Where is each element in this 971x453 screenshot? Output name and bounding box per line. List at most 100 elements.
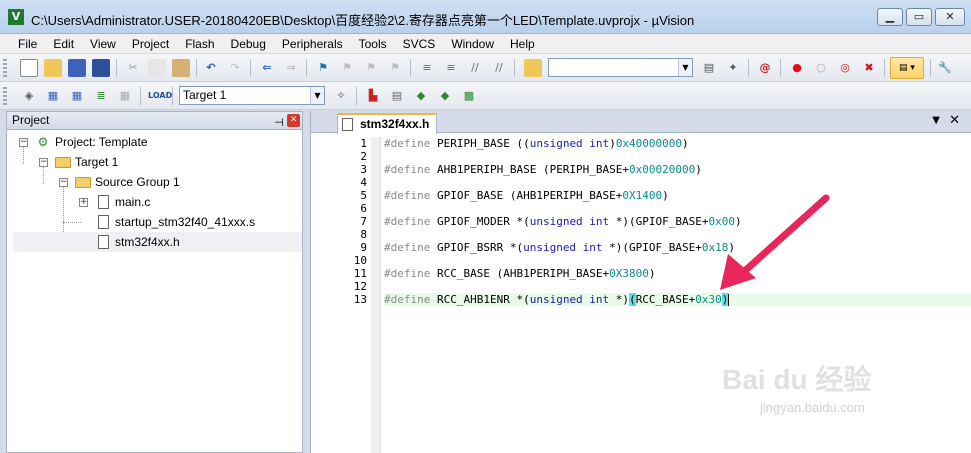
copy-icon[interactable] [148, 59, 166, 77]
menu-debug[interactable]: Debug [223, 34, 274, 54]
tree-file-label: stm32f4xx.h [115, 235, 180, 249]
code-line[interactable]: #define GPIOF_BSRR *(unsigned int *)(GPI… [384, 241, 971, 254]
toolbar-grip[interactable] [3, 87, 7, 105]
clear-bookmarks-icon[interactable]: ⚑ [386, 59, 404, 77]
target-options-icon[interactable]: ✧ [332, 87, 350, 105]
redo-icon[interactable]: ↷ [226, 59, 244, 77]
kill-breakpoints-icon[interactable]: ✖ [860, 59, 878, 77]
tree-source-group[interactable]: − Source Group 1 [13, 172, 302, 192]
target-select-value: Target 1 [183, 88, 227, 102]
tab-stm32f4xx-h[interactable]: stm32f4xx.h [337, 113, 437, 134]
maximize-button[interactable]: ▭ [906, 8, 932, 26]
close-icon[interactable]: ✕ [287, 114, 300, 127]
target-select[interactable]: Target 1 ▼ [179, 86, 325, 105]
comment-icon[interactable]: // [466, 59, 484, 77]
prev-bookmark-icon[interactable]: ⚑ [338, 59, 356, 77]
menu-peripherals[interactable]: Peripherals [274, 34, 351, 54]
collapse-icon[interactable]: − [59, 178, 68, 187]
find-icon[interactable]: ✦ [724, 59, 742, 77]
manage-multi-project-icon[interactable]: ▤ [388, 87, 406, 105]
cut-icon[interactable]: ✂ [124, 59, 142, 77]
build-icon[interactable]: ▦ [44, 87, 62, 105]
enable-breakpoint-icon[interactable]: ○ [812, 59, 830, 77]
tree-root-project[interactable]: − ⚙ Project: Template [13, 132, 302, 152]
uvision-app-icon: V [8, 9, 24, 25]
expand-icon[interactable]: + [79, 198, 88, 207]
pack-installer-icon[interactable]: ▩ [460, 87, 478, 105]
close-window-button[interactable]: ✕ [935, 8, 965, 26]
code-line[interactable]: #define GPIOF_MODER *(unsigned int *)(GP… [384, 215, 971, 228]
code-line[interactable]: #define PERIPH_BASE ((unsigned int)0x400… [384, 137, 971, 150]
incremental-find-icon[interactable]: ▤ [700, 59, 718, 77]
save-all-icon[interactable] [92, 59, 110, 77]
window-layout-toggle[interactable]: ▤ ▾ [890, 57, 924, 79]
unindent-icon[interactable]: ≡ [442, 59, 460, 77]
code-line[interactable] [384, 150, 971, 163]
chevron-down-icon[interactable]: ▼ [310, 87, 324, 104]
code-line[interactable] [384, 254, 971, 267]
pin-icon[interactable]: ⊣ [274, 114, 284, 131]
line-number: 2 [360, 150, 367, 163]
batch-build-icon[interactable]: ≣ [92, 87, 110, 105]
tab-list-menu-icon[interactable]: ▼ [932, 115, 940, 126]
manage-run-time-icon[interactable]: ◆ [436, 87, 454, 105]
code-line[interactable]: #define GPIOF_BASE (AHB1PERIPH_BASE+0X14… [384, 189, 971, 202]
disable-breakpoints-icon[interactable]: ◎ [836, 59, 854, 77]
stop-build-icon[interactable]: ▦ [116, 87, 134, 105]
save-icon[interactable] [68, 59, 86, 77]
menu-help[interactable]: Help [502, 34, 543, 54]
minimize-button[interactable]: ▁ [877, 8, 903, 26]
project-icon: ⚙ [37, 135, 49, 149]
rebuild-icon[interactable]: ▦ [68, 87, 86, 105]
tree-file-main[interactable]: + main.c [13, 192, 302, 212]
insert-breakpoint-icon[interactable]: ● [788, 59, 806, 77]
bookmark-icon[interactable]: ⚑ [314, 59, 332, 77]
next-bookmark-icon[interactable]: ⚑ [362, 59, 380, 77]
find-in-files-icon[interactable] [524, 59, 542, 77]
menu-tools[interactable]: Tools [351, 34, 395, 54]
toolbar-grip[interactable] [3, 59, 7, 77]
menu-file[interactable]: File [10, 34, 45, 54]
tree-file-startup[interactable]: startup_stm32f40_41xxx.s [13, 212, 302, 232]
code-line[interactable] [384, 228, 971, 241]
navigate-forward-icon[interactable]: ⇒ [282, 59, 300, 77]
download-load-icon[interactable]: LOAD [148, 87, 172, 105]
configure-wrench-icon[interactable]: 🔧 [936, 59, 954, 77]
c-file-icon [98, 195, 109, 209]
open-folder-icon[interactable] [44, 59, 62, 77]
uncomment-icon[interactable]: // [490, 59, 508, 77]
code-line[interactable]: #define AHB1PERIPH_BASE (PERIPH_BASE+0x0… [384, 163, 971, 176]
indent-icon[interactable]: ≡ [418, 59, 436, 77]
paste-icon[interactable] [172, 59, 190, 77]
line-number: 6 [360, 202, 367, 215]
manage-project-items-icon[interactable]: ▙ [364, 87, 382, 105]
code-line[interactable]: #define RCC_AHB1ENR *(unsigned int *)(RC… [384, 293, 971, 306]
new-file-icon[interactable] [20, 59, 38, 77]
tree-target[interactable]: − Target 1 [13, 152, 302, 172]
collapse-icon[interactable]: − [19, 138, 28, 147]
menu-view[interactable]: View [82, 34, 124, 54]
menu-edit[interactable]: Edit [45, 34, 82, 54]
menu-svcs[interactable]: SVCS [395, 34, 444, 54]
select-packs-icon[interactable]: ◆ [412, 87, 430, 105]
find-combo[interactable]: ▼ [548, 58, 693, 77]
menu-window[interactable]: Window [443, 34, 502, 54]
breakpoint-margin[interactable] [371, 137, 381, 453]
chevron-down-icon[interactable]: ▼ [678, 59, 692, 76]
undo-icon[interactable]: ↶ [202, 59, 220, 77]
code-line[interactable]: #define RCC_BASE (AHB1PERIPH_BASE+0X3800… [384, 267, 971, 280]
menu-flash[interactable]: Flash [177, 34, 222, 54]
code-area[interactable]: #define PERIPH_BASE ((unsigned int)0x400… [384, 137, 971, 453]
tree-file-header[interactable]: stm32f4xx.h [13, 232, 302, 252]
code-line[interactable] [384, 202, 971, 215]
tree-file-label: main.c [115, 195, 151, 209]
collapse-icon[interactable]: − [39, 158, 48, 167]
debug-session-icon[interactable]: @ [756, 59, 774, 77]
navigate-back-icon[interactable]: ⇐ [258, 59, 276, 77]
menu-project[interactable]: Project [124, 34, 177, 54]
line-number: 12 [353, 280, 367, 293]
code-line[interactable] [384, 176, 971, 189]
code-line[interactable] [384, 280, 971, 293]
close-tab-icon[interactable]: ✕ [949, 113, 960, 128]
translate-icon[interactable]: ◈ [20, 87, 38, 105]
